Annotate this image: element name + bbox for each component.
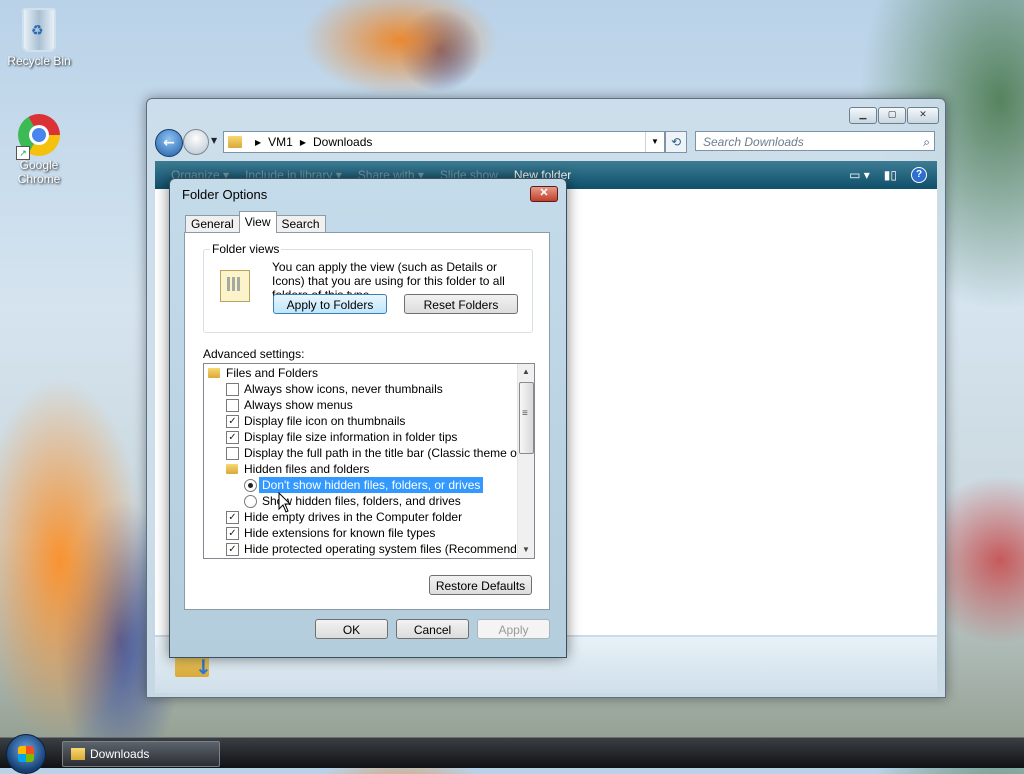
folder-views-group: Folder views You can apply the view (suc… xyxy=(203,242,533,333)
search-placeholder: Search Downloads xyxy=(703,135,804,149)
address-row: ← ▼ ▶ VM1 ▶ Downloads ▼ ⟲ Search Downloa… xyxy=(155,129,937,157)
scroll-thumb[interactable] xyxy=(519,382,534,454)
window-controls: ▁ ▢ ✕ xyxy=(849,107,939,124)
mouse-cursor-icon xyxy=(278,492,292,513)
search-input[interactable]: Search Downloads ⌕ xyxy=(695,131,935,151)
tab-strip: General View Search xyxy=(185,211,326,233)
tree-item-label: Display the full path in the title bar (… xyxy=(244,446,535,460)
taskbar: Downloads xyxy=(0,734,1024,774)
preview-pane-icon[interactable]: ▮▯ xyxy=(884,168,897,182)
minimize-button[interactable]: ▁ xyxy=(849,107,877,124)
checkbox[interactable]: ✓ xyxy=(226,511,239,524)
tree-item-label: Display file size information in folder … xyxy=(244,430,458,444)
radio-button[interactable] xyxy=(244,479,257,492)
breadcrumb-separator-icon[interactable]: ▶ xyxy=(300,138,306,147)
breadcrumb-vm1[interactable]: VM1 xyxy=(268,135,293,149)
desktop-icon-chrome[interactable]: ↗ Google Chrome xyxy=(3,114,75,186)
apply-to-folders-button[interactable]: Apply to Folders xyxy=(273,294,387,314)
ok-button[interactable]: OK xyxy=(315,619,388,639)
chrome-icon: ↗ xyxy=(16,114,60,160)
breadcrumb-separator-icon[interactable]: ▶ xyxy=(255,138,261,147)
checkbox[interactable]: ✓ xyxy=(226,431,239,444)
view-tab-panel: Folder views You can apply the view (suc… xyxy=(184,232,550,610)
tab-search[interactable]: Search xyxy=(275,215,326,233)
tree-item-label: Always show menus xyxy=(244,398,353,412)
checkbox[interactable] xyxy=(226,383,239,396)
maximize-button[interactable]: ▢ xyxy=(878,107,906,124)
refresh-button[interactable]: ⟲ xyxy=(665,131,687,153)
tree-item-label: Don't show hidden files, folders, or dri… xyxy=(257,476,485,494)
tab-view[interactable]: View xyxy=(238,211,277,233)
checkbox[interactable] xyxy=(226,447,239,460)
checkbox[interactable]: ✓ xyxy=(226,415,239,428)
folder-icon xyxy=(228,136,242,148)
dialog-title: Folder Options xyxy=(182,187,268,202)
view-controls: ▭ ▾ ▮▯ ? xyxy=(849,167,927,183)
forward-button[interactable] xyxy=(183,129,209,155)
apply-button[interactable]: Apply xyxy=(477,619,550,639)
scroll-down-icon[interactable]: ▼ xyxy=(518,542,534,558)
tree-item-label: Hide extensions for known file types xyxy=(244,526,436,540)
checkbox[interactable] xyxy=(226,399,239,412)
taskbar-item-label: Downloads xyxy=(90,747,150,761)
checkbox[interactable]: ✓ xyxy=(226,527,239,540)
tree-item-label: Hide protected operating system files (R… xyxy=(244,542,535,556)
advanced-settings-label: Advanced settings: xyxy=(203,347,305,361)
tree-item-label: Display file icon on thumbnails xyxy=(244,414,406,428)
shortcut-arrow-icon: ↗ xyxy=(16,146,30,160)
scroll-up-icon[interactable]: ▲ xyxy=(518,364,534,380)
cancel-button[interactable]: Cancel xyxy=(396,619,469,639)
download-arrow-icon: ↓ xyxy=(195,655,212,679)
tree-item-label: Always show icons, never thumbnails xyxy=(244,382,443,396)
folder-icon xyxy=(226,464,238,474)
advanced-settings-tree[interactable]: Files and Folders Always show icons, neve… xyxy=(203,363,535,559)
tree-item-label: Hide empty drives in the Computer folder xyxy=(244,510,463,524)
folder-icon xyxy=(71,748,85,760)
taskbar-item-downloads[interactable]: Downloads xyxy=(62,741,220,767)
back-button[interactable]: ← xyxy=(155,129,183,157)
folder-views-icon xyxy=(220,270,250,302)
radio-button[interactable] xyxy=(244,495,257,508)
change-view-icon[interactable]: ▭ ▾ xyxy=(849,168,870,182)
help-icon[interactable]: ? xyxy=(911,167,927,183)
tree-item-label: Files and Folders xyxy=(226,366,319,380)
close-button[interactable]: ✕ xyxy=(907,107,939,124)
tree-item-label: Hidden files and folders xyxy=(244,462,370,476)
folder-options-dialog: Folder Options ✕ General View Search Fol… xyxy=(169,178,567,658)
reset-folders-button[interactable]: Reset Folders xyxy=(404,294,518,314)
start-button[interactable] xyxy=(6,734,46,774)
tab-general[interactable]: General xyxy=(185,215,240,233)
address-bar[interactable]: ▶ VM1 ▶ Downloads ▼ xyxy=(223,131,665,153)
desktop-icon-label: Recycle Bin xyxy=(7,54,71,68)
folder-views-label: Folder views xyxy=(210,242,282,256)
folder-icon xyxy=(208,368,220,378)
address-dropdown-icon[interactable]: ▼ xyxy=(645,132,664,152)
recent-pages-dropdown[interactable]: ▼ xyxy=(211,136,217,145)
desktop-icon-label: Google Chrome xyxy=(17,158,61,186)
restore-defaults-button[interactable]: Restore Defaults xyxy=(429,575,532,595)
tree-scrollbar[interactable]: ▲ ▼ xyxy=(517,364,534,558)
recycle-bin-icon xyxy=(22,8,56,52)
dialog-close-button[interactable]: ✕ xyxy=(530,186,558,202)
breadcrumb-downloads[interactable]: Downloads xyxy=(313,135,372,149)
checkbox[interactable]: ✓ xyxy=(226,543,239,556)
search-icon[interactable]: ⌕ xyxy=(923,132,930,152)
desktop-icon-recycle-bin[interactable]: Recycle Bin xyxy=(3,8,75,68)
